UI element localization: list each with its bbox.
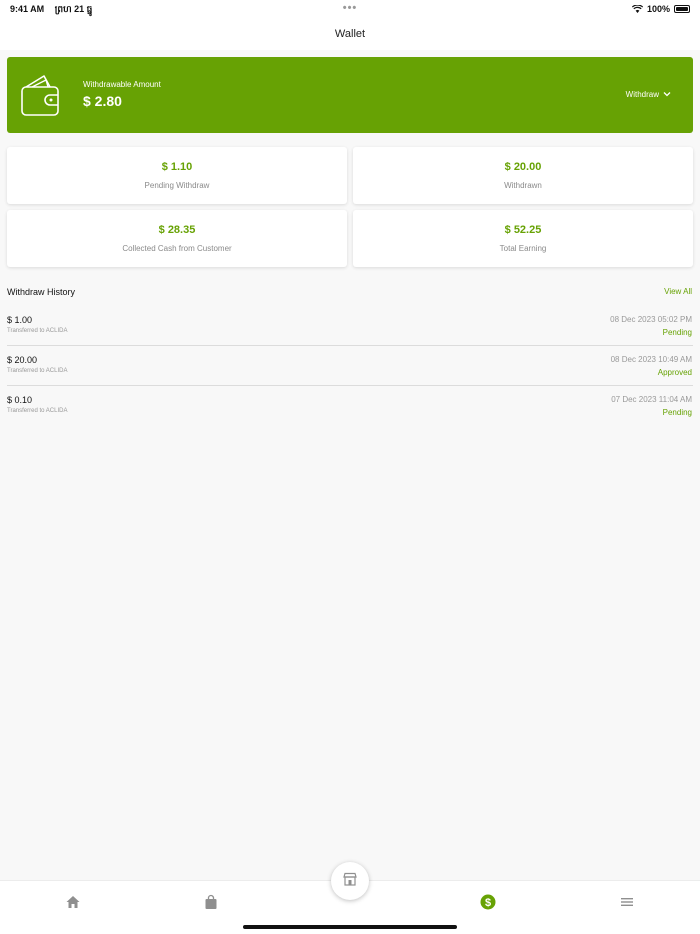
store-icon xyxy=(342,871,358,892)
svg-text:$: $ xyxy=(485,897,491,909)
withdraw-history-title: Withdraw History xyxy=(7,287,76,297)
status-bar: 9:41 AM ព្រហ 21 ធ្នូ ••• 100% xyxy=(0,0,700,18)
stat-caption: Pending Withdraw xyxy=(144,181,210,190)
stat-value: $ 1.10 xyxy=(161,161,193,173)
chevron-down-icon xyxy=(663,90,671,99)
view-all-link[interactable]: View All xyxy=(664,287,692,296)
status-date: ព្រហ 21 ធ្នូ xyxy=(54,4,93,14)
history-date: 08 Dec 2023 10:49 AM xyxy=(610,355,692,364)
battery-percent: 100% xyxy=(646,4,670,14)
history-row[interactable]: $ 0.10 Transferred to ACLIDA 07 Dec 2023… xyxy=(7,386,693,426)
history-date: 07 Dec 2023 11:04 AM xyxy=(611,395,692,404)
stat-card-total-earning: $ 52.25 Total Earning xyxy=(353,210,693,267)
home-icon[interactable] xyxy=(65,894,81,910)
history-amount: $ 20.00 xyxy=(7,355,38,365)
multitasking-dots-icon[interactable]: ••• xyxy=(343,2,358,14)
withdraw-button[interactable]: Withdraw xyxy=(626,90,671,99)
withdraw-label: Withdraw xyxy=(625,90,659,99)
stat-value: $ 28.35 xyxy=(158,224,196,236)
home-indicator xyxy=(243,925,457,929)
history-row[interactable]: $ 1.00 Transferred to ACLIDA 08 Dec 2023… xyxy=(7,306,693,346)
status-left: 9:41 AM ព្រហ 21 ធ្នូ xyxy=(10,4,100,17)
history-destination: Transferred to ACLIDA xyxy=(7,408,68,414)
stat-caption: Total Earning xyxy=(499,244,547,253)
history-amount: $ 0.10 xyxy=(7,395,33,405)
stat-card-withdrawn: $ 20.00 Withdrawn xyxy=(353,147,693,204)
store-button[interactable] xyxy=(331,862,369,900)
stat-caption: Withdrawn xyxy=(504,181,542,190)
history-amount: $ 1.00 xyxy=(7,315,33,325)
history-status: Approved xyxy=(657,368,692,377)
stat-caption: Collected Cash from Customer xyxy=(122,244,232,253)
wifi-icon xyxy=(631,5,643,13)
battery-icon xyxy=(674,5,690,13)
menu-icon[interactable] xyxy=(619,894,635,910)
stat-value: $ 20.00 xyxy=(504,161,542,173)
withdrawable-label: Withdrawable Amount xyxy=(83,80,161,89)
withdrawable-banner: Withdrawable Amount $ 2.80 Withdraw xyxy=(7,57,693,133)
stat-value: $ 52.25 xyxy=(504,224,542,236)
status-time: 9:41 AM xyxy=(10,4,45,14)
history-status: Pending xyxy=(662,408,692,417)
history-status: Pending xyxy=(662,328,692,337)
history-date: 08 Dec 2023 05:02 PM xyxy=(610,315,692,324)
stat-card-collected-cash: $ 28.35 Collected Cash from Customer xyxy=(7,210,347,267)
history-destination: Transferred to ACLIDA xyxy=(7,368,68,374)
stat-card-pending-withdraw: $ 1.10 Pending Withdraw xyxy=(7,147,347,204)
dollar-icon[interactable]: $ xyxy=(480,894,496,910)
page-title: Wallet xyxy=(0,18,700,50)
wallet-icon xyxy=(20,73,62,122)
shopping-bag-icon[interactable] xyxy=(203,894,219,910)
history-row[interactable]: $ 20.00 Transferred to ACLIDA 08 Dec 202… xyxy=(7,346,693,386)
withdrawable-amount: $ 2.80 xyxy=(83,93,122,109)
history-destination: Transferred to ACLIDA xyxy=(7,328,68,334)
status-right: 100% xyxy=(631,4,690,14)
